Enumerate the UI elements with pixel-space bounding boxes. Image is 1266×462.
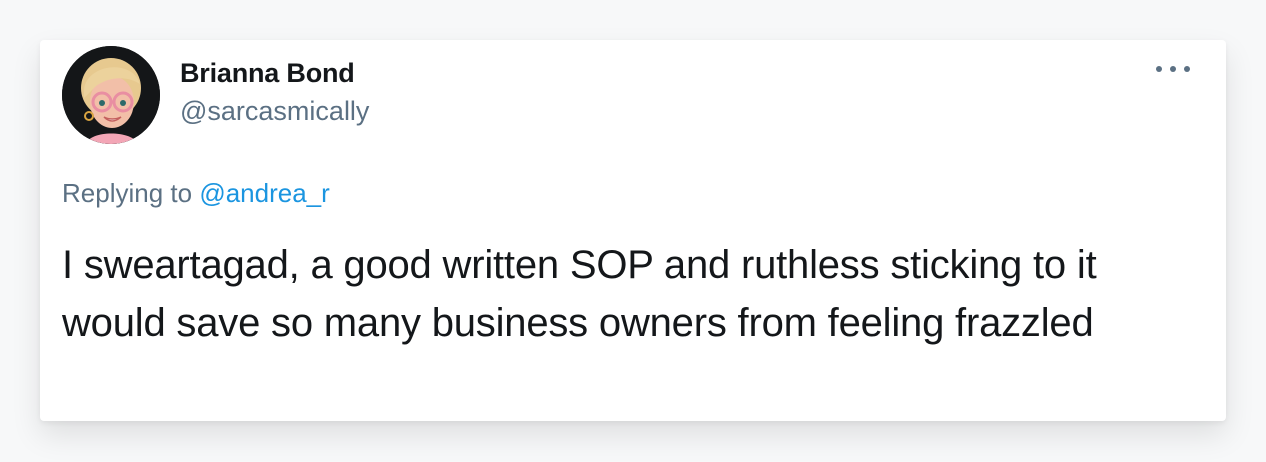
- tweet-text: I sweartagad, a good written SOP and rut…: [62, 243, 1097, 345]
- more-options-button[interactable]: [1156, 58, 1190, 80]
- avatar[interactable]: [62, 46, 160, 144]
- author-handle[interactable]: @sarcasmically: [180, 96, 369, 127]
- tweet-card: Brianna Bond @sarcasmically Replying to …: [40, 40, 1226, 421]
- reply-prefix: Replying to: [62, 178, 193, 208]
- more-horizontal-icon-dot: [1184, 66, 1190, 72]
- reply-to-link[interactable]: @andrea_r: [199, 178, 329, 208]
- more-horizontal-icon: [1156, 66, 1162, 72]
- memoji-avatar-icon: [62, 46, 160, 144]
- reply-context: Replying to @andrea_r: [62, 178, 330, 209]
- author-name[interactable]: Brianna Bond: [180, 58, 355, 89]
- more-horizontal-icon-dot: [1170, 66, 1176, 72]
